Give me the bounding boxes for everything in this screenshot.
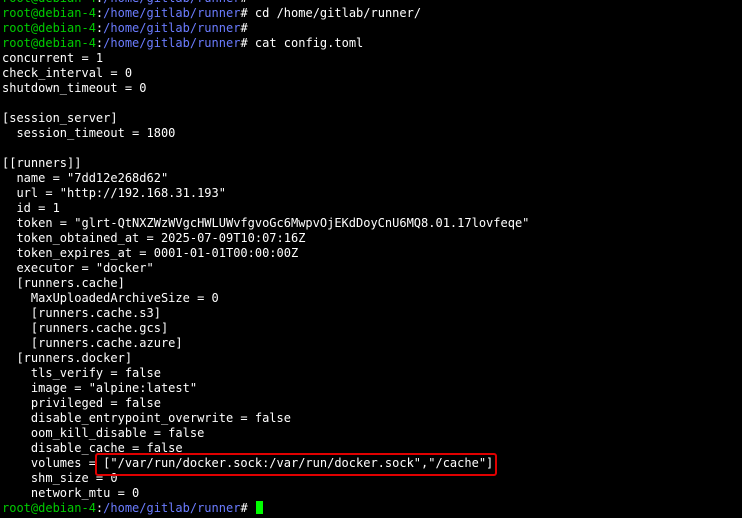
config-line: [[runners]]	[2, 156, 82, 170]
config-line: check_interval = 0	[2, 66, 133, 80]
config-line: MaxUploadedArchiveSize = 0	[2, 291, 219, 305]
prompt-line-active[interactable]: root@debian-4:/home/gitlab/runner#	[2, 501, 529, 516]
config-line: token = "glrt-QtNXZWzWVgcHWLUWvfgvoGc6Mw…	[2, 216, 530, 230]
terminal-window[interactable]: root@debian-4:/home/gitlab/runner# root@…	[0, 0, 742, 518]
config-line: privileged = false	[2, 396, 161, 410]
prompt-user-host: root@debian-4	[2, 6, 96, 20]
prompt-path: /home/gitlab/runner	[103, 0, 240, 5]
config-line: disable_entrypoint_overwrite = false	[2, 411, 291, 425]
terminal-cursor[interactable]	[255, 501, 263, 514]
prompt-symbol: #	[240, 0, 247, 5]
config-line: url = "http://192.168.31.193"	[2, 186, 226, 200]
config-line: [runners.docker]	[2, 351, 133, 365]
prompt-symbol: #	[240, 21, 248, 35]
config-line: token_obtained_at = 2025-07-09T10:07:16Z	[2, 231, 306, 245]
prompt-path: /home/gitlab/runner	[103, 501, 241, 515]
prompt-line: root@debian-4:/home/gitlab/runner# cd /h…	[2, 6, 529, 21]
prompt-path: /home/gitlab/runner	[103, 36, 241, 50]
prompt-line: root@debian-4:/home/gitlab/runner#	[2, 21, 529, 36]
config-line: concurrent = 1	[2, 51, 104, 65]
config-line: [runners.cache]	[2, 276, 125, 290]
prompt-symbol: #	[240, 6, 248, 20]
config-line: [runners.cache.gcs]	[2, 321, 169, 335]
config-line: executor = "docker"	[2, 261, 154, 275]
config-line: network_mtu = 0	[2, 486, 140, 500]
config-line: [runners.cache.s3]	[2, 306, 161, 320]
config-line: [session_server]	[2, 111, 118, 125]
volumes-highlight-box	[95, 453, 497, 476]
prompt-symbol: #	[240, 36, 248, 50]
prompt-user-host: root@debian-4	[2, 501, 96, 515]
prompt-user-host: root@debian-4	[2, 36, 96, 50]
config-line: session_timeout = 1800	[2, 126, 176, 140]
prompt-symbol: #	[240, 501, 248, 515]
config-line: [runners.cache.azure]	[2, 336, 183, 350]
config-line	[2, 96, 529, 111]
config-line: oom_kill_disable = false	[2, 426, 205, 440]
config-line: name = "7dd12e268d62"	[2, 171, 169, 185]
command-text: cd /home/gitlab/runner/	[254, 6, 422, 20]
prompt-path: /home/gitlab/runner	[103, 6, 241, 20]
config-line: tls_verify = false	[2, 366, 161, 380]
prompt-user-host: root@debian-4	[2, 0, 96, 5]
prompt-user-host: root@debian-4	[2, 21, 96, 35]
config-line	[2, 141, 529, 156]
config-line: token_expires_at = 0001-01-01T00:00:00Z	[2, 246, 299, 260]
config-line: id = 1	[2, 201, 60, 215]
prompt-path: /home/gitlab/runner	[103, 21, 241, 35]
config-line: shutdown_timeout = 0	[2, 81, 147, 95]
terminal-output: root@debian-4:/home/gitlab/runner# root@…	[2, 0, 529, 516]
command-text: cat config.toml	[254, 36, 364, 50]
prompt-line: root@debian-4:/home/gitlab/runner# cat c…	[2, 36, 529, 51]
config-line: image = "alpine:latest"	[2, 381, 198, 395]
